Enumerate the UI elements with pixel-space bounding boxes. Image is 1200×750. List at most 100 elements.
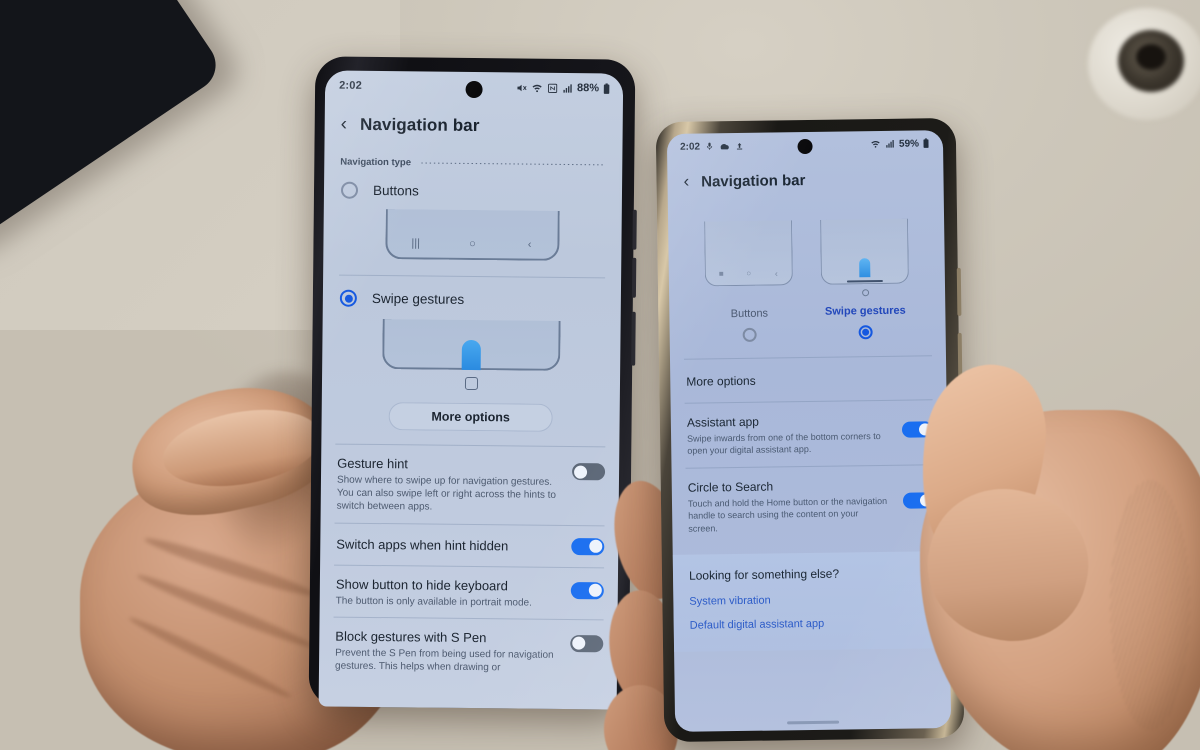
home-bar-icon[interactable] xyxy=(787,720,840,725)
back-icon[interactable]: ‹ xyxy=(341,114,348,136)
right-row-title: Assistant app xyxy=(686,414,760,430)
left-home-indicator-wrap xyxy=(322,375,620,391)
gesture-handle-icon xyxy=(859,258,871,278)
left-app-bar: ‹ Navigation bar xyxy=(324,100,622,151)
left-row-desc: Show where to swipe up for navigation ge… xyxy=(336,474,557,513)
gesture-bar-icon xyxy=(846,279,883,283)
left-camera-punch-hole xyxy=(465,80,483,99)
left-preview-swipe xyxy=(382,319,561,371)
right-radio-swipe-gestures[interactable] xyxy=(858,325,873,340)
blurred-orb-core xyxy=(1136,44,1166,70)
right-row-circle-to-search[interactable]: Circle to Search Touch and hold the Home… xyxy=(672,465,949,546)
right-status-bar: 2:02 59% xyxy=(667,130,943,160)
signal-icon xyxy=(886,140,894,148)
left-preview-swipe-wrap xyxy=(322,306,621,371)
right-row-desc: Swipe inwards from one of the bottom cor… xyxy=(687,431,881,456)
recents-icon: ||| xyxy=(411,237,421,250)
right-link-default-assistant[interactable]: Default digital assistant app xyxy=(690,616,934,632)
toggle-knob xyxy=(588,583,602,597)
signal-icon xyxy=(563,83,572,93)
home-indicator-icon xyxy=(861,289,869,297)
left-toggle-hide-keyboard[interactable] xyxy=(570,581,604,599)
right-option-cards: ■ ○ ‹ Buttons Swipe gestures xyxy=(668,200,946,343)
home-icon: ○ xyxy=(746,268,752,278)
right-option-buttons-label: Buttons xyxy=(730,307,769,321)
left-row-gesture-hint[interactable]: Gesture hint Show where to swipe up for … xyxy=(321,444,620,525)
right-row-assistant-app[interactable]: Assistant app Swipe inwards from one of … xyxy=(671,400,948,468)
right-radio-buttons[interactable] xyxy=(742,327,757,342)
left-option-buttons[interactable]: Buttons xyxy=(324,169,622,201)
left-more-options-wrap: More options xyxy=(322,401,620,432)
left-row-hide-keyboard[interactable]: Show button to hide keyboard The button … xyxy=(320,565,619,619)
right-option-swipe-label: Swipe gestures xyxy=(824,304,906,318)
upload-icon xyxy=(736,142,743,150)
left-row-title: Gesture hint xyxy=(337,455,409,472)
right-looking-for-section: Looking for something else? System vibra… xyxy=(672,550,951,652)
left-row-desc: Prevent the S Pen from being used for na… xyxy=(334,647,554,674)
left-status-time: 2:02 xyxy=(339,79,362,92)
left-row-switch-apps[interactable]: Switch apps when hint hidden xyxy=(320,523,618,567)
right-status-time: 2:02 xyxy=(679,141,701,153)
home-indicator-icon xyxy=(464,376,478,391)
right-section-more-options: More options xyxy=(670,356,947,403)
battery-icon xyxy=(603,82,610,94)
recents-icon: ■ xyxy=(718,269,724,279)
right-section-header: More options xyxy=(686,373,756,389)
right-camera-punch-hole xyxy=(797,138,813,155)
left-phone: 2:02 88% ‹ Navigation bar Navigation typ… xyxy=(308,56,637,710)
right-status-battery-percent: 59% xyxy=(898,137,920,150)
gesture-handle-icon xyxy=(461,339,481,371)
back-icon-preview: ‹ xyxy=(527,238,532,251)
left-option-buttons-label: Buttons xyxy=(372,182,419,199)
back-icon-preview: ‹ xyxy=(774,268,778,279)
right-option-buttons[interactable]: ■ ○ ‹ Buttons xyxy=(704,220,794,342)
right-hand xyxy=(908,300,1200,750)
right-row-title: Circle to Search xyxy=(687,479,774,495)
left-radio-swipe-gestures[interactable] xyxy=(339,289,357,307)
toggle-knob xyxy=(574,465,588,479)
right-preview-buttons: ■ ○ ‹ xyxy=(704,220,793,287)
scene-root: 2:02 88% ‹ Navigation bar Navigation typ… xyxy=(0,0,1200,750)
left-toggle-block-spen[interactable] xyxy=(570,634,604,653)
right-phone-screen: 2:02 59% ‹ Navigation bar ■ ○ ‹ Buttons … xyxy=(666,130,952,732)
right-app-bar: ‹ Navigation bar xyxy=(667,156,944,204)
battery-icon xyxy=(923,138,929,148)
left-option-swipe-gestures[interactable]: Swipe gestures xyxy=(323,275,621,309)
mute-icon xyxy=(517,84,527,91)
left-option-swipe-label: Swipe gestures xyxy=(371,290,465,307)
microphone-icon xyxy=(706,142,713,150)
home-icon: ○ xyxy=(469,237,476,251)
toggle-knob xyxy=(572,636,586,650)
toggle-knob xyxy=(589,539,603,553)
back-icon[interactable]: ‹ xyxy=(683,172,689,192)
right-hand-hair-texture xyxy=(1110,480,1190,730)
right-looking-header: Looking for something else? xyxy=(688,566,840,583)
left-phone-volume-up-button[interactable] xyxy=(632,209,637,250)
cloud-icon xyxy=(720,143,729,149)
right-home-bar-wrap xyxy=(787,720,840,725)
left-toggle-gesture-hint[interactable] xyxy=(571,463,606,481)
left-preview-buttons-wrap: ||| ○ ‹ xyxy=(323,198,622,261)
left-preview-buttons: ||| ○ ‹ xyxy=(385,209,560,261)
right-preview-swipe xyxy=(820,218,909,285)
left-status-bar: 2:02 88% xyxy=(325,70,623,103)
more-options-button[interactable]: More options xyxy=(388,402,553,432)
left-section-label: Navigation type xyxy=(340,156,412,169)
left-row-title: Block gestures with S Pen xyxy=(335,628,487,645)
left-phone-screen: 2:02 88% ‹ Navigation bar Navigation typ… xyxy=(318,70,624,710)
left-page-title: Navigation bar xyxy=(359,114,480,136)
right-page-title: Navigation bar xyxy=(701,171,806,190)
left-row-block-spen[interactable]: Block gestures with S Pen Prevent the S … xyxy=(319,617,618,675)
left-phone-volume-down-button[interactable] xyxy=(631,257,637,298)
left-radio-buttons[interactable] xyxy=(340,181,359,199)
left-toggle-switch-apps[interactable] xyxy=(571,537,605,555)
left-row-title: Switch apps when hint hidden xyxy=(336,536,509,553)
left-status-battery-percent: 88% xyxy=(577,82,600,95)
nfc-icon xyxy=(547,83,558,93)
right-link-system-vibration[interactable]: System vibration xyxy=(689,592,933,607)
wifi-icon xyxy=(532,84,542,92)
wifi-icon xyxy=(871,140,880,148)
right-row-desc: Touch and hold the Home button or the na… xyxy=(687,496,888,534)
right-option-swipe-gestures[interactable]: Swipe gestures xyxy=(820,218,910,341)
left-phone-power-button[interactable] xyxy=(631,311,636,366)
